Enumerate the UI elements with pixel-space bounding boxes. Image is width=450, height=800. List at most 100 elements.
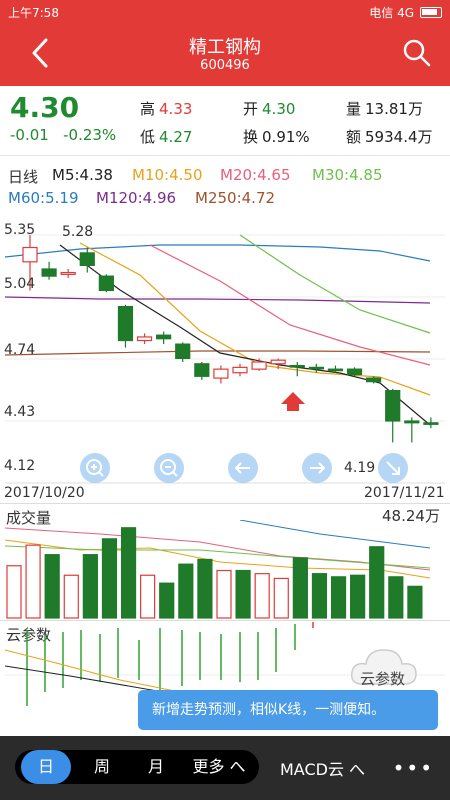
candle-body xyxy=(366,377,382,383)
reset-icon[interactable] xyxy=(378,453,408,483)
volume-bar xyxy=(178,563,194,619)
ma120-label: M120:4.96 xyxy=(96,189,177,207)
tab-week[interactable]: 周 xyxy=(77,750,127,784)
volume-bar xyxy=(330,576,347,619)
open-value: 4.30 xyxy=(262,100,296,118)
ma60-label: M60:5.19 xyxy=(8,189,79,207)
volume-bar xyxy=(101,538,118,619)
app-header: 精工钢构 600496 xyxy=(0,24,450,86)
zoom-out-icon[interactable] xyxy=(154,453,184,483)
volume-bar xyxy=(82,554,98,619)
candle-body xyxy=(79,252,95,267)
candle-body xyxy=(232,366,248,374)
low-value: 4.27 xyxy=(159,128,193,146)
quote-summary: 4.30 -0.01 -0.23% 高 4.33 低 4.27 开 4.30 换 0.9… xyxy=(0,86,450,156)
volume-bar xyxy=(292,557,308,619)
ma120-line xyxy=(4,296,431,304)
zoom-in-icon[interactable] xyxy=(80,453,110,483)
candle-body xyxy=(60,271,76,275)
high-label: 高 xyxy=(140,100,156,118)
candle-body xyxy=(346,368,363,376)
tab-month[interactable]: 月 xyxy=(131,750,181,784)
more-menu-icon[interactable]: ••• xyxy=(393,756,434,780)
ma30-label: M30:4.85 xyxy=(312,166,383,184)
candle-body xyxy=(194,363,210,377)
volume-bar xyxy=(44,554,60,619)
volume-label: 量 xyxy=(346,100,362,118)
candle-body xyxy=(98,275,114,292)
search-icon[interactable] xyxy=(402,38,432,68)
turnover-cell: 换 0.91% xyxy=(243,126,310,147)
volume-bar xyxy=(254,573,270,619)
tab-day[interactable]: 日 xyxy=(21,750,71,784)
low-label: 低 xyxy=(140,128,156,146)
volume-bar xyxy=(216,569,232,619)
candle-body xyxy=(327,368,344,372)
left-arrow-icon[interactable] xyxy=(228,453,258,483)
volume-bar xyxy=(235,569,251,619)
status-time: 上午7:58 xyxy=(8,6,59,20)
tooltip-text: 新增走势预测，相似K线，一测便知。 xyxy=(152,702,386,718)
volume-bar xyxy=(350,574,366,619)
change-percent: -0.23% xyxy=(63,126,117,144)
ma20-line xyxy=(149,244,431,366)
battery-icon xyxy=(420,7,442,18)
volume-bar xyxy=(63,574,79,619)
ma60-line xyxy=(4,244,431,262)
indicator-selector[interactable]: MACD云 へ xyxy=(280,756,365,780)
price-axis-2: 5.04 xyxy=(4,276,36,292)
ma250-label: M250:4.72 xyxy=(195,189,276,207)
price-axis-4: 4.43 xyxy=(4,404,36,420)
stock-name: 精工钢构 xyxy=(189,37,261,58)
candle-body xyxy=(404,420,420,424)
volume-bar xyxy=(140,574,156,619)
cloud-badge-text: 云参数 xyxy=(360,670,406,688)
signal-arrow-icon xyxy=(281,392,305,411)
volume-ma-line-4 xyxy=(4,545,431,569)
min-price-label: 4.19 xyxy=(344,460,376,476)
low-cell: 低 4.27 xyxy=(140,126,192,147)
tab-more[interactable]: 更多 へ xyxy=(185,750,253,784)
high-value: 4.33 xyxy=(159,100,193,118)
bottom-bar: 日 周 月 更多 へ MACD云 へ ••• xyxy=(0,736,450,800)
candle-body xyxy=(22,246,38,263)
volume-cell: 量 13.81万 xyxy=(346,98,423,119)
volume-bar xyxy=(25,544,41,619)
candle-body xyxy=(213,368,229,379)
status-bar: 上午7:58 电信 4G xyxy=(0,0,450,24)
volume-bar xyxy=(6,565,22,619)
candle-body xyxy=(251,361,267,370)
volume-bar xyxy=(369,546,385,619)
high-cell: 高 4.33 xyxy=(140,98,192,119)
ma10-label: M10:4.50 xyxy=(132,166,203,184)
right-arrow-icon[interactable] xyxy=(302,453,332,483)
candle-body xyxy=(117,305,134,342)
ma5-line xyxy=(59,244,431,426)
candle-body xyxy=(308,366,324,370)
candle-body xyxy=(270,359,286,365)
change-value: -0.01 xyxy=(10,126,49,144)
status-carrier: 电信 4G xyxy=(369,6,414,20)
price-axis-3: 4.74 xyxy=(4,342,36,358)
amount-label: 额 xyxy=(346,128,362,146)
date-start: 2017/10/20 xyxy=(4,485,85,501)
open-cell: 开 4.30 xyxy=(243,98,295,119)
amount-value: 5934.4万 xyxy=(365,128,433,146)
candle-body xyxy=(156,334,172,340)
volume-value: 13.81万 xyxy=(365,100,423,118)
candlestick-chart[interactable] xyxy=(0,215,450,485)
status-icons: 电信 4G xyxy=(369,4,442,21)
feature-tooltip[interactable]: 新增走势预测，相似K线，一测便知。 xyxy=(138,690,438,730)
volume-bar xyxy=(311,573,328,619)
divider xyxy=(0,503,450,504)
candle-body xyxy=(423,422,439,425)
ma20-label: M20:4.65 xyxy=(220,166,291,184)
volume-bar xyxy=(407,585,423,619)
volume-bar xyxy=(159,582,175,619)
period-label: 日线 xyxy=(8,168,39,186)
volume-chart[interactable] xyxy=(0,520,450,620)
turnover-value: 0.91% xyxy=(262,128,310,146)
candle-body xyxy=(136,336,153,342)
candle-body xyxy=(289,364,305,368)
ma5-label: M5:4.38 xyxy=(52,166,113,184)
